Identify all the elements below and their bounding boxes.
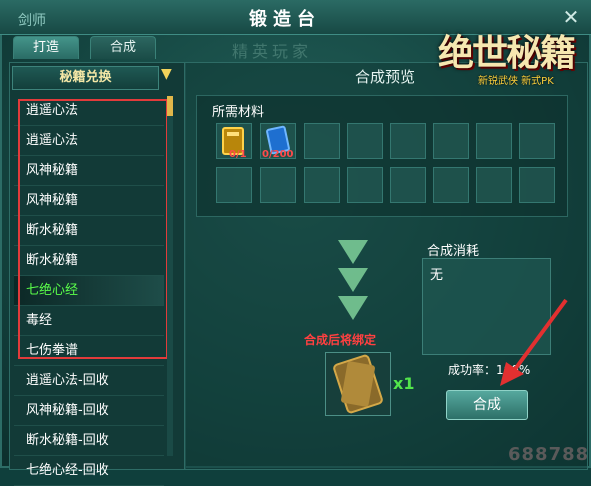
pointer-arrow-icon xyxy=(500,298,568,386)
material-slot[interactable] xyxy=(476,123,512,159)
materials-label: 所需材料 xyxy=(212,105,265,120)
compose-button[interactable]: 合成 xyxy=(446,390,528,420)
material-slot[interactable] xyxy=(433,123,469,159)
list-item[interactable]: 七绝心经-回收 xyxy=(14,456,164,486)
highlight-box xyxy=(18,99,168,359)
watermark: 688788 xyxy=(508,444,590,465)
cost-title: 合成消耗 xyxy=(427,244,480,259)
game-logo: 绝世秘籍 xyxy=(438,32,576,74)
list-item[interactable]: 逍遥心法-回收 xyxy=(14,366,164,396)
window-title: 锻造台 xyxy=(249,9,321,30)
material-slot[interactable] xyxy=(390,123,426,159)
material-count: 0/200 xyxy=(262,149,294,160)
material-slot[interactable] xyxy=(476,167,512,203)
scrollbar-thumb[interactable] xyxy=(167,96,173,116)
down-arrow-icon xyxy=(338,240,368,264)
tab-craft[interactable]: 打造 xyxy=(13,36,79,59)
material-slot[interactable] xyxy=(260,167,296,203)
cost-value: 无 xyxy=(430,268,444,283)
material-slot[interactable] xyxy=(304,167,340,203)
category-dropdown[interactable]: 秘籍兑换 xyxy=(12,66,159,90)
dropdown-arrow-icon[interactable]: ▼ xyxy=(161,66,172,82)
scroll-bundle-icon xyxy=(333,354,383,414)
material-count: 0/1 xyxy=(229,149,247,160)
down-arrow-icon xyxy=(338,296,368,320)
list-item[interactable]: 风神秘籍-回收 xyxy=(14,396,164,426)
material-slot[interactable] xyxy=(519,123,555,159)
result-quantity: x1 xyxy=(393,374,415,393)
material-slot[interactable] xyxy=(347,123,383,159)
material-slot[interactable] xyxy=(347,167,383,203)
list-item[interactable]: 断水秘籍-回收 xyxy=(14,426,164,456)
material-slot[interactable] xyxy=(304,123,340,159)
material-slot[interactable] xyxy=(519,167,555,203)
material-slot[interactable] xyxy=(216,167,252,203)
game-logo-subtitle: 新锐武侠 新式PK xyxy=(478,76,554,87)
corner-text: 剑师 xyxy=(18,13,46,29)
scrollbar[interactable] xyxy=(167,96,173,456)
tab-compose[interactable]: 合成 xyxy=(90,36,156,59)
material-slot[interactable] xyxy=(433,167,469,203)
result-slot[interactable] xyxy=(325,352,391,416)
bind-notice: 合成后将绑定 xyxy=(304,333,377,347)
background-decoration-text: 精英玩家 xyxy=(232,42,313,61)
material-slot[interactable] xyxy=(390,167,426,203)
down-arrow-icon xyxy=(338,268,368,292)
